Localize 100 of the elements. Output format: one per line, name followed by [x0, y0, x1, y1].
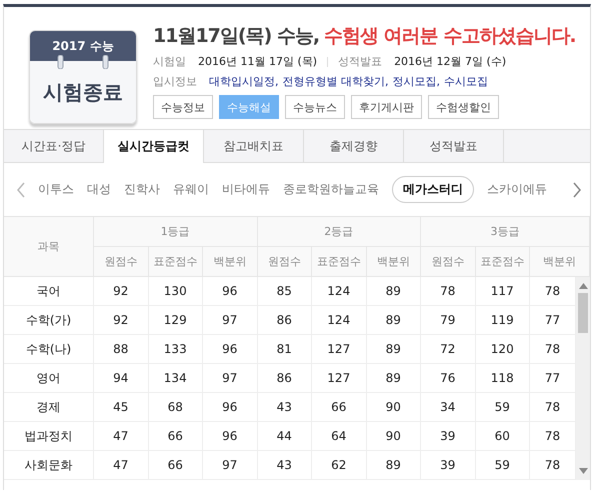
table-cell: 72	[421, 335, 476, 364]
table-cell: 64	[312, 422, 366, 451]
column-header: 백분위	[203, 247, 258, 277]
menu-button[interactable]: 수능뉴스	[285, 95, 345, 119]
scrollbar-thumb[interactable]	[578, 293, 588, 333]
table-cell: 59	[476, 451, 530, 480]
table-cell: 97	[203, 451, 258, 480]
table-cell: 62	[312, 451, 366, 480]
column-header: 과목	[4, 217, 94, 277]
academy-tab[interactable]: 비타에듀	[222, 181, 270, 198]
subject-cell: 사회문화	[4, 451, 94, 480]
column-header: 표준점수	[148, 247, 203, 277]
admission-link[interactable]: 전형유형별 대학찾기,	[282, 74, 388, 89]
admission-link[interactable]: 정시모집,	[392, 74, 440, 89]
date-value: 2016년 12월 7일 (수)	[394, 54, 506, 69]
table-cell: 68	[148, 393, 203, 422]
headline-date: 11월17일(목) 수능,	[153, 25, 320, 47]
table-cell: 79	[421, 306, 476, 335]
headline-message: 수험생 여러분 수고하셨습니다.	[324, 25, 576, 47]
column-header: 표준점수	[312, 247, 366, 277]
grade-header: 3등급	[421, 217, 590, 247]
table-cell: 89	[366, 364, 421, 393]
menu-button[interactable]: 수험생할인	[428, 95, 499, 119]
academy-tab[interactable]: 유웨이	[173, 181, 209, 198]
menu-button[interactable]: 후기게시판	[351, 95, 422, 119]
info-label: 입시정보	[153, 74, 197, 89]
table-cell: 92	[94, 306, 148, 335]
table-cell: 76	[421, 364, 476, 393]
table-cell: 124	[312, 277, 366, 306]
academy-tab[interactable]: 대성	[87, 181, 111, 198]
subject-cell: 국어	[4, 277, 94, 306]
scroll-down-icon[interactable]	[578, 468, 588, 474]
table-cell: 133	[148, 335, 203, 364]
table-cell: 47	[94, 422, 148, 451]
date-label: 시험일	[153, 54, 186, 69]
calendar-rings-icon	[56, 55, 110, 69]
table-cell: 96	[203, 393, 258, 422]
academy-tab[interactable]: 메가스터디	[392, 176, 474, 203]
column-header: 원점수	[258, 247, 312, 277]
table-cell: 134	[148, 364, 203, 393]
table-cell: 90	[366, 393, 421, 422]
grade-header: 2등급	[258, 217, 421, 247]
table-cell: 118	[476, 364, 530, 393]
table-cell: 45	[94, 393, 148, 422]
table-cell: 94	[94, 364, 148, 393]
table-cell: 43	[258, 451, 312, 480]
table-cell: 127	[312, 335, 366, 364]
table-cell: 89	[366, 306, 421, 335]
column-header: 표준점수	[476, 247, 530, 277]
table-cell: 89	[366, 335, 421, 364]
table-cell: 86	[258, 364, 312, 393]
table-cell: 88	[94, 335, 148, 364]
grade-header: 1등급	[94, 217, 258, 247]
table-cell: 59	[476, 393, 530, 422]
table-cell: 66	[312, 393, 366, 422]
tab[interactable]: 참고배치표	[204, 130, 304, 162]
scroll-up-icon[interactable]	[578, 283, 588, 289]
table-cell: 119	[476, 306, 530, 335]
table-cell: 86	[258, 306, 312, 335]
table-cell: 39	[421, 451, 476, 480]
table-cell: 43	[258, 393, 312, 422]
academy-tab[interactable]: 이투스	[38, 181, 74, 198]
column-header: 백분위	[366, 247, 421, 277]
table-cell: 47	[94, 451, 148, 480]
table-cell: 124	[312, 306, 366, 335]
tab[interactable]: 실시간등급컷	[104, 130, 204, 163]
subject-cell: 영어	[4, 364, 94, 393]
admission-link[interactable]: 수시모집	[444, 74, 488, 89]
admission-link[interactable]: 대학입시일정,	[209, 74, 278, 89]
table-cell: 89	[366, 277, 421, 306]
table-cell: 66	[148, 422, 203, 451]
table-cell: 81	[258, 335, 312, 364]
table-cell: 85	[258, 277, 312, 306]
table-cell: 97	[203, 364, 258, 393]
table-cell: 60	[476, 422, 530, 451]
column-header: 원점수	[421, 247, 476, 277]
table-cell: 96	[203, 422, 258, 451]
table-cell: 129	[148, 306, 203, 335]
table-cell: 34	[421, 393, 476, 422]
tab[interactable]: 성적발표	[404, 130, 504, 162]
academy-tab[interactable]: 진학사	[124, 181, 160, 198]
tab[interactable]: 출제경향	[304, 130, 404, 162]
calendar-status-label: 시험종료	[30, 61, 136, 123]
academy-tab[interactable]: 종로학원하늘교육	[283, 181, 379, 198]
subject-cell: 경제	[4, 393, 94, 422]
date-label: 성적발표	[338, 54, 382, 69]
table-cell: 44	[258, 422, 312, 451]
subject-cell: 수학(나)	[4, 335, 94, 364]
table-cell: 66	[148, 451, 203, 480]
subject-cell: 수학(가)	[4, 306, 94, 335]
menu-button[interactable]: 수능정보	[153, 95, 213, 119]
table-cell: 78	[421, 277, 476, 306]
table-cell: 39	[421, 422, 476, 451]
calendar-year-label: 2017 수능	[30, 31, 136, 61]
table-cell: 96	[203, 335, 258, 364]
academy-tab[interactable]: 스카이에듀	[487, 181, 547, 198]
table-cell: 92	[94, 277, 148, 306]
table-cell: 90	[366, 422, 421, 451]
column-header: 원점수	[94, 247, 148, 277]
table-cell: 97	[203, 306, 258, 335]
